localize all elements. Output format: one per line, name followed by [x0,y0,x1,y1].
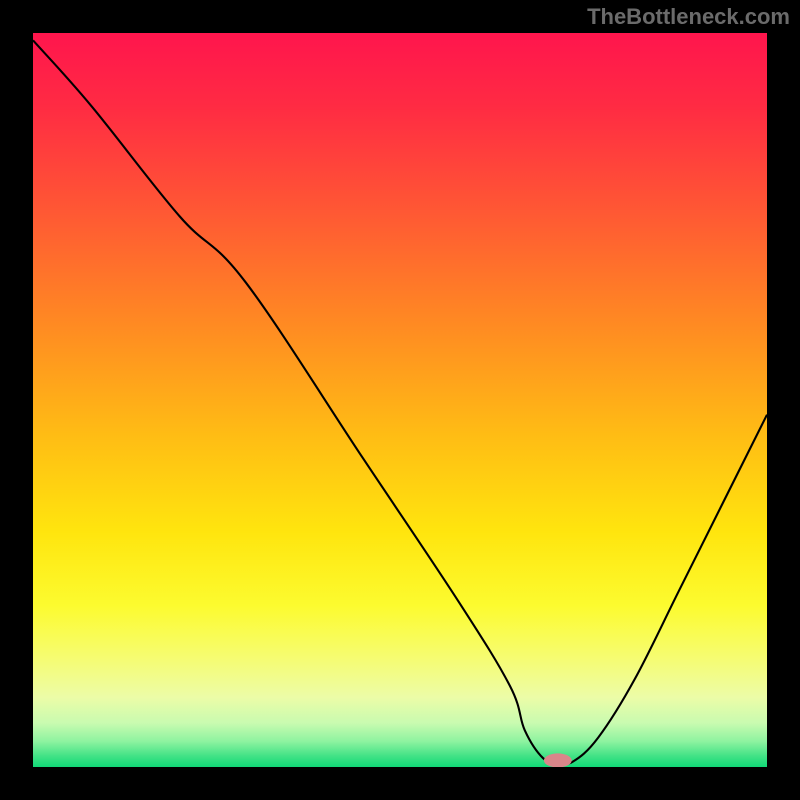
optimal-marker [544,753,572,767]
gradient-background [33,33,767,767]
chart-plot [33,33,767,767]
chart-container: TheBottleneck.com [0,0,800,800]
watermark-text: TheBottleneck.com [587,4,790,30]
